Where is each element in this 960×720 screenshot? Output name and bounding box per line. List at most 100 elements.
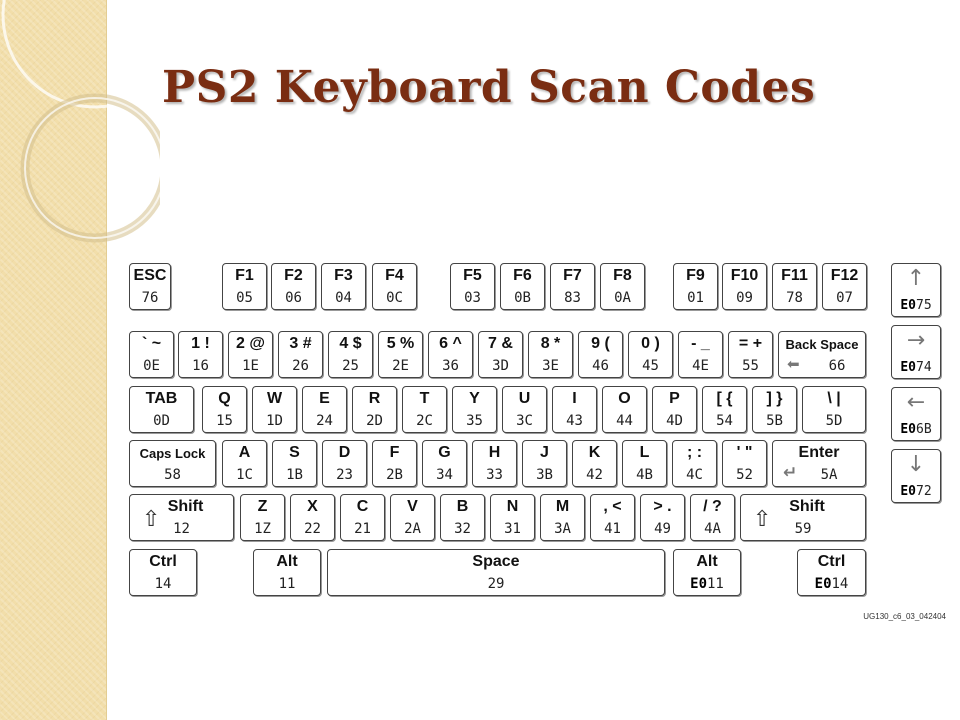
key-arrow-right: E074 → — [891, 325, 941, 379]
key-l: L 4B — [622, 440, 667, 487]
key-slash: / ? 4A — [690, 494, 735, 541]
scan-code-value: 2D — [366, 413, 383, 429]
key-y: Y 35 — [452, 386, 497, 433]
key-label: F4 — [385, 267, 404, 284]
scan-code-value: 16 — [192, 358, 209, 374]
scan-code: 35 — [453, 413, 496, 429]
key-label: F11 — [781, 267, 808, 284]
scan-code: 23 — [323, 467, 366, 483]
key-s: S 1B — [272, 440, 317, 487]
scan-code-value: 3D — [492, 358, 509, 374]
key-0: 0 ) 45 — [628, 331, 673, 378]
key-label: ; : — [686, 444, 703, 461]
scan-code: 32 — [441, 521, 484, 537]
scan-code-value: 72 — [916, 484, 932, 499]
scan-code: 4A — [691, 521, 734, 537]
arrow-up-icon: ↑ — [906, 266, 926, 291]
scan-code-value: 45 — [642, 358, 659, 374]
scan-code: 33 — [473, 467, 516, 483]
key-e: E 24 — [302, 386, 347, 433]
scan-code-value: 42 — [586, 467, 603, 483]
scan-code-value: 15 — [216, 413, 233, 429]
scan-code-value: 22 — [304, 521, 321, 537]
key-a: A 1C — [222, 440, 267, 487]
key-label: Alt — [276, 553, 298, 570]
scan-code-value: 59 — [794, 521, 812, 537]
scan-code: 14 — [130, 576, 196, 592]
shift-arrow-icon: ⇧ — [142, 507, 161, 532]
key-label: F12 — [830, 267, 859, 284]
scan-code-value: 58 — [164, 467, 181, 483]
scan-code: E072 — [892, 484, 940, 499]
scan-code: 78 — [773, 290, 816, 306]
key-label: H — [488, 444, 501, 461]
key-rctrl: Ctrl E014 — [797, 549, 866, 596]
key-space: Space 29 — [327, 549, 665, 596]
key-semicolon: ; : 4C — [672, 440, 717, 487]
key-6: 6 ^ 36 — [428, 331, 473, 378]
scan-code: 49 — [641, 521, 684, 537]
key-f11: F11 78 — [772, 263, 817, 310]
key-label: O — [618, 390, 631, 407]
scan-code: 5B — [753, 413, 796, 429]
scan-code: 5D — [803, 413, 865, 429]
keyboard-diagram: ESC 76 F1 05 F2 06 F3 04 F4 0C F5 03 F6 0B F7 83 F8 0A F9 0… — [0, 0, 960, 720]
key-label: U — [518, 390, 531, 407]
scan-code-value: 05 — [236, 290, 253, 306]
key-7: 7 & 3D — [478, 331, 523, 378]
scan-code: 3B — [523, 467, 566, 483]
scan-code-value: 3A — [554, 521, 571, 537]
key-f12: F12 07 — [822, 263, 867, 310]
key-label: Ctrl — [817, 553, 846, 570]
key-label: ` ~ — [141, 335, 162, 352]
scan-code: 58 — [130, 467, 215, 483]
key-label: Ctrl — [149, 553, 177, 570]
key-f1: F1 05 — [222, 263, 267, 310]
scan-code: 26 — [279, 358, 322, 374]
scan-code: 1Z — [241, 521, 284, 537]
backspace-arrow-icon: ⬅ — [787, 355, 800, 373]
key-i: I 43 — [552, 386, 597, 433]
key-5: 5 % 2E — [378, 331, 423, 378]
key-p: P 4D — [652, 386, 697, 433]
scan-code-value: 1D — [266, 413, 283, 429]
key-label: F10 — [730, 267, 759, 284]
key-label: / ? — [703, 498, 722, 515]
arrow-left-icon: ← — [906, 390, 926, 415]
extended-prefix: E0 — [690, 576, 707, 592]
scan-code: 3E — [529, 358, 572, 374]
scan-code-value: 0C — [386, 290, 403, 306]
key-arrow-left: E06B ← — [891, 387, 941, 441]
scan-code-value: 06 — [285, 290, 302, 306]
key-f2: F2 06 — [271, 263, 316, 310]
scan-code: 21 — [341, 521, 384, 537]
key-label: Space — [472, 553, 520, 570]
scan-code-value: 33 — [486, 467, 503, 483]
scan-code: 52 — [723, 467, 766, 483]
key-label: F6 — [513, 267, 532, 284]
scan-code-value: 74 — [916, 360, 932, 375]
scan-code: 0A — [601, 290, 644, 306]
scan-code: 55 — [729, 358, 772, 374]
scan-code-value: 2B — [386, 467, 403, 483]
scan-code: 22 — [291, 521, 334, 537]
scan-code-value: 29 — [487, 576, 505, 592]
key-label: - _ — [691, 335, 710, 352]
key-label: = + — [738, 335, 763, 352]
key-label: K — [588, 444, 601, 461]
key-label: F — [389, 444, 400, 461]
scan-code-value: 55 — [742, 358, 759, 374]
key-h: H 33 — [472, 440, 517, 487]
scan-code-value: 4A — [704, 521, 721, 537]
key-label: M — [555, 498, 570, 515]
scan-code-value: 78 — [786, 290, 803, 306]
key-c: C 21 — [340, 494, 385, 541]
scan-code: 04 — [322, 290, 365, 306]
scan-code: 29 — [328, 576, 664, 592]
key-f9: F9 01 — [673, 263, 718, 310]
key-label: E — [319, 390, 330, 407]
key-ralt: Alt E011 — [673, 549, 741, 596]
key-label: [ { — [716, 390, 733, 407]
key-q: Q 15 — [202, 386, 247, 433]
key-label: 3 # — [289, 335, 312, 352]
